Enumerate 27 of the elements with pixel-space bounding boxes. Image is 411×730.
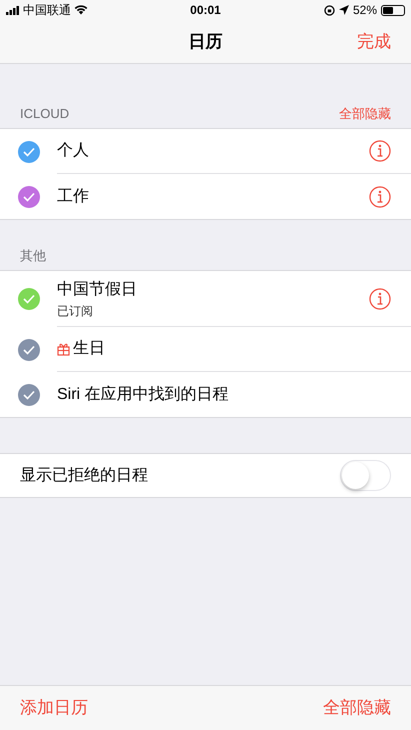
clock-time: 00:01 <box>190 2 221 19</box>
add-calendar-button[interactable]: 添加日历 <box>20 695 88 721</box>
wifi-icon <box>74 5 88 15</box>
calendar-subtitle: 已订阅 <box>57 302 94 320</box>
info-icon[interactable] <box>369 140 391 162</box>
calendar-name: 个人 <box>57 141 89 161</box>
section-header: ICLOUD <box>20 104 70 122</box>
gift-icon <box>57 342 70 356</box>
hide-all-link[interactable]: 全部隐藏 <box>339 104 391 123</box>
battery-percent: 52% <box>352 2 378 19</box>
nav-title: 日历 <box>188 30 222 53</box>
calendar-name: Siri 在应用中找到的日程 <box>57 384 229 404</box>
declined-events-label: 显示已拒绝的日程 <box>20 466 149 486</box>
calendar-name: 中国节假日 <box>57 280 137 300</box>
rotation-lock-icon <box>324 4 335 16</box>
signal-icon <box>6 6 20 14</box>
done-button[interactable]: 完成 <box>357 28 391 54</box>
hide-all-button[interactable]: 全部隐藏 <box>323 695 391 721</box>
section-header: 其他 <box>20 246 47 264</box>
toggle-switch[interactable] <box>340 460 391 491</box>
calendar-name: 生日 <box>73 338 105 359</box>
info-icon[interactable] <box>369 186 391 208</box>
location-icon <box>338 5 349 15</box>
battery-icon <box>381 4 406 16</box>
carrier-name: 中国联通 <box>23 2 71 19</box>
calendar-name: 工作 <box>57 186 89 206</box>
info-icon[interactable] <box>369 288 391 310</box>
